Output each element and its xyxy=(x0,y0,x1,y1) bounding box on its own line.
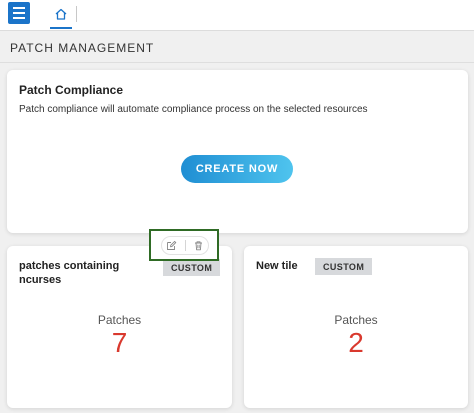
custom-badge: CUSTOM xyxy=(315,258,373,275)
patch-compliance-title: Patch Compliance xyxy=(19,83,124,97)
create-now-button[interactable]: CREATE NOW xyxy=(181,155,293,183)
menu-icon[interactable] xyxy=(8,2,30,24)
home-icon xyxy=(55,8,67,20)
header-divider xyxy=(0,62,474,63)
tile-count-value: 7 xyxy=(111,327,128,358)
tile-patches-containing-ncurses[interactable]: patches containing ncurses CUSTOM Patche… xyxy=(7,246,232,408)
tile-count-value: 2 xyxy=(348,327,364,358)
page-title: PATCH MANAGEMENT xyxy=(10,41,155,55)
tile-title: patches containing ncurses xyxy=(19,259,119,287)
edit-icon[interactable] xyxy=(166,240,178,252)
tile-actions xyxy=(161,236,209,255)
action-separator xyxy=(184,240,186,251)
tile-title: New tile xyxy=(256,260,298,272)
tile-title-line2: ncurses xyxy=(19,274,62,286)
tile-count-label: Patches xyxy=(334,313,378,327)
top-bar xyxy=(0,0,474,31)
tile-new-tile[interactable]: New tile CUSTOM Patches 2 xyxy=(244,246,468,408)
patch-compliance-card: Patch Compliance Patch compliance will a… xyxy=(7,70,468,233)
tile-title-line1: patches containing xyxy=(19,260,120,272)
tab-divider xyxy=(76,6,77,22)
trash-icon[interactable] xyxy=(193,240,205,252)
tile-count-label: Patches xyxy=(97,313,142,327)
custom-badge: CUSTOM xyxy=(163,259,221,276)
home-tab[interactable] xyxy=(50,0,72,29)
patch-compliance-description: Patch compliance will automate complianc… xyxy=(19,104,368,115)
tile-actions-highlight xyxy=(149,229,219,261)
